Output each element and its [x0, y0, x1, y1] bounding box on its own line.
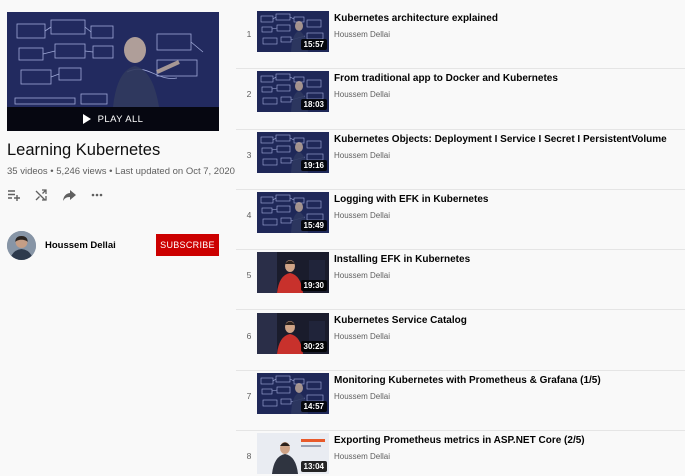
playlist-owner: Houssem Dellai SUBSCRIBE: [7, 229, 219, 261]
share-icon: [63, 189, 76, 201]
video-duration: 18:03: [300, 99, 327, 111]
video-index: 7: [246, 390, 252, 401]
video-duration: 15:49: [300, 219, 327, 231]
owner-avatar[interactable]: [7, 230, 36, 260]
video-thumbnail[interactable]: 15:49: [257, 191, 329, 233]
video-owner[interactable]: Houssem Dellai: [334, 452, 390, 461]
playlist-video-row[interactable]: 7 14:57 Monitoring Kubernetes with Prome…: [236, 371, 685, 432]
video-owner[interactable]: Houssem Dellai: [334, 151, 390, 160]
video-title[interactable]: Logging with EFK in Kubernetes: [334, 194, 488, 205]
play-all-label: PLAY ALL: [97, 113, 144, 125]
video-index: 4: [246, 209, 252, 220]
video-title[interactable]: From traditional app to Docker and Kuber…: [334, 73, 558, 84]
add-to-queue-button[interactable]: [7, 188, 35, 202]
shuffle-button[interactable]: [35, 188, 63, 202]
playlist-title: Learning Kubernetes: [7, 141, 161, 159]
video-thumbnail[interactable]: 19:16: [257, 131, 329, 173]
video-owner[interactable]: Houssem Dellai: [334, 30, 390, 39]
video-title[interactable]: Installing EFK in Kubernetes: [334, 254, 470, 265]
playlist-video-row[interactable]: 1 15:57 Kubernetes architecture explaine…: [236, 9, 685, 70]
playlist-video-row[interactable]: 8 13:04 Exporting Prometheus metrics in …: [236, 431, 685, 476]
video-title[interactable]: Kubernetes Objects: Deployment I Service…: [334, 134, 667, 145]
video-index: 8: [246, 451, 252, 462]
video-thumbnail[interactable]: 19:30: [257, 252, 329, 294]
playlist-sidebar: PLAY ALL Learning Kubernetes 35 videos •…: [0, 0, 235, 476]
play-icon: [82, 114, 91, 124]
playlist-video-row[interactable]: 5 19:30 Installing EFK in Kubernetes Hou…: [236, 250, 685, 311]
more-icon: [91, 193, 103, 197]
video-index: 3: [246, 149, 252, 160]
playlist-actions: [7, 188, 119, 202]
video-title[interactable]: Kubernetes Service Catalog: [334, 315, 467, 326]
playlist-video-row[interactable]: 4 15:49 Logging with EFK in Kubernetes H…: [236, 190, 685, 251]
video-index: 2: [246, 89, 252, 100]
avatar-image: [7, 230, 36, 260]
video-title[interactable]: Kubernetes architecture explained: [334, 13, 498, 24]
playlist-video-row[interactable]: 3 19:16 Kubernetes Objects: Deployment I…: [236, 130, 685, 190]
video-title[interactable]: Exporting Prometheus metrics in ASP.NET …: [334, 435, 585, 446]
play-all-button[interactable]: PLAY ALL: [7, 107, 219, 131]
more-button[interactable]: [91, 188, 119, 202]
subscribe-button[interactable]: SUBSCRIBE: [156, 234, 219, 256]
video-index: 6: [246, 330, 252, 341]
video-owner[interactable]: Houssem Dellai: [334, 90, 390, 99]
video-owner[interactable]: Houssem Dellai: [334, 392, 390, 401]
video-duration: 19:16: [300, 159, 327, 171]
shuffle-icon: [35, 189, 47, 201]
video-duration: 30:23: [300, 340, 327, 352]
video-thumbnail[interactable]: 30:23: [257, 312, 329, 354]
add-to-queue-icon: [8, 190, 20, 201]
video-thumbnail[interactable]: 18:03: [257, 71, 329, 113]
owner-name[interactable]: Houssem Dellai: [45, 240, 156, 251]
share-button[interactable]: [63, 188, 91, 202]
video-owner[interactable]: Houssem Dellai: [334, 332, 390, 341]
video-index: 5: [246, 270, 252, 281]
video-duration: 19:30: [300, 280, 327, 292]
playlist-video-row[interactable]: 2 18:03 From traditional app to Docker a…: [236, 69, 685, 130]
video-duration: 13:04: [300, 461, 327, 473]
video-owner[interactable]: Houssem Dellai: [334, 211, 390, 220]
video-title[interactable]: Monitoring Kubernetes with Prometheus & …: [334, 375, 601, 386]
video-index: 1: [246, 29, 252, 39]
video-owner[interactable]: Houssem Dellai: [334, 271, 390, 280]
playlist-thumbnail[interactable]: PLAY ALL: [7, 12, 219, 131]
video-duration: 14:57: [300, 400, 327, 412]
video-thumbnail[interactable]: 13:04: [257, 433, 329, 475]
video-duration: 15:57: [300, 39, 327, 50]
video-thumbnail[interactable]: 14:57: [257, 372, 329, 414]
video-thumbnail[interactable]: 15:57: [257, 11, 329, 52]
playlist-video-row[interactable]: 6 30:23 Kubernetes Service Catalog Houss…: [236, 311, 685, 371]
playlist-stats: 35 videos • 5,246 views • Last updated o…: [7, 166, 235, 177]
